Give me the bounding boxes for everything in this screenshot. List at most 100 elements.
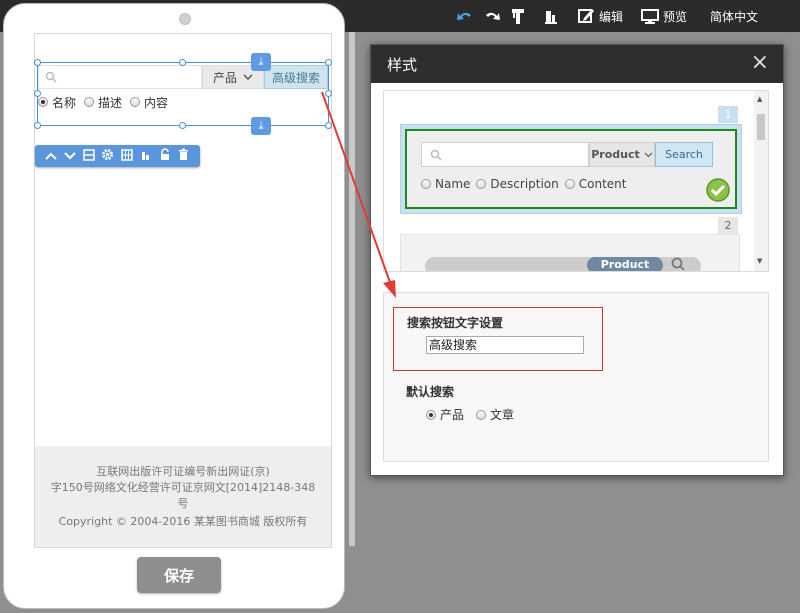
save-button[interactable]: 保存 (137, 557, 221, 593)
page-footer: 互联网出版许可证编号新出网证(京) 字150号网络文化经营许可证京网文[2014… (35, 446, 331, 547)
trash-icon (178, 148, 189, 164)
download-icon: ⤓ (258, 119, 264, 132)
settings-panel: 搜索按钮文字设置 高级搜索 默认搜索 产品 文章 (383, 292, 769, 462)
edit-icon (577, 7, 595, 25)
resize-handle[interactable] (325, 59, 332, 66)
insert-below-button[interactable]: ⤓ (251, 117, 271, 135)
chart-button[interactable] (136, 145, 155, 167)
resize-handle[interactable] (179, 122, 186, 129)
footer-line-1: 互联网出版许可证编号新出网证(京) (96, 465, 270, 478)
preview-search-input (421, 142, 589, 167)
resize-handle[interactable] (34, 59, 41, 66)
radio-label-content: 内容 (144, 95, 169, 110)
resize-handle[interactable] (34, 122, 41, 129)
radio-content[interactable] (130, 97, 141, 107)
style-option-1[interactable]: Product Search Name Description Content (400, 124, 742, 214)
layout-icon (82, 148, 95, 164)
style-option-2[interactable]: Product (400, 234, 740, 271)
layout-button[interactable] (79, 145, 98, 167)
preview-category-select: Product (589, 142, 655, 167)
chevron-down-icon (243, 70, 253, 84)
dialog-title: 样式 (387, 55, 418, 74)
default-product-radio[interactable] (426, 409, 436, 420)
preview-search-button: Search (655, 142, 713, 167)
search-icon (671, 257, 685, 271)
gear-icon (101, 148, 114, 164)
preview-radio-label-content: Content (578, 177, 627, 191)
preview-radio-description (476, 179, 487, 189)
scroll-thumb[interactable] (757, 114, 765, 140)
chart-icon (543, 7, 559, 25)
grid-button[interactable] (117, 145, 136, 167)
radio-name[interactable] (38, 97, 48, 107)
style-number-badge: 1 (718, 106, 738, 123)
monitor-icon (641, 7, 659, 25)
language-button[interactable]: 简体中文 (710, 0, 758, 32)
radio-label-description: 描述 (98, 95, 123, 110)
element-toolbar (35, 145, 200, 167)
scroll-up-icon[interactable]: ▲ (757, 95, 762, 103)
search-input[interactable] (38, 65, 202, 89)
button-text-label: 搜索按钮文字设置 (407, 316, 504, 330)
move-down-button[interactable] (60, 145, 79, 167)
button-text-setting: 搜索按钮文字设置 高级搜索 (393, 307, 603, 371)
settings-button[interactable] (98, 145, 117, 167)
preview-button[interactable]: 预览 (641, 0, 687, 32)
search-icon (430, 149, 442, 164)
resize-handle[interactable] (325, 90, 332, 97)
redo-button[interactable] (483, 0, 501, 32)
move-up-button[interactable] (41, 145, 60, 167)
check-icon (705, 177, 731, 206)
selected-style-frame: Product Search Name Description Content (405, 129, 737, 209)
chart-icon (140, 149, 152, 164)
phone-camera (179, 13, 191, 25)
resize-handle[interactable] (325, 122, 332, 129)
preview-label: 预览 (663, 9, 688, 24)
style-number-badge: 2 (718, 217, 738, 234)
scroll-down-icon[interactable]: ▼ (757, 257, 762, 265)
style-dialog: 样式 × 1 Product Search Name Description C… (370, 44, 784, 476)
unlock-icon (159, 148, 171, 164)
default-article-radio[interactable] (476, 409, 487, 420)
undo-button[interactable] (456, 0, 474, 32)
delete-button[interactable] (174, 145, 193, 167)
chevron-down-icon (644, 148, 653, 161)
preview-radio-name (421, 179, 431, 189)
footer-copyright: Copyright © 2004-2016 某某图书商城 版权所有 (58, 515, 308, 528)
style-preview-list[interactable]: 1 Product Search Name Description Conten… (383, 90, 769, 272)
radio-description[interactable] (84, 97, 95, 107)
default-product-label: 产品 (440, 408, 465, 422)
edit-label: 编辑 (599, 9, 624, 24)
default-article-label: 文章 (490, 408, 515, 422)
default-search-label: 默认搜索 (406, 385, 455, 399)
preview-radio-label-name: Name (435, 177, 471, 191)
search-icon (45, 71, 57, 86)
category-label: 产品 (212, 70, 237, 85)
button-text-input[interactable]: 高级搜索 (426, 336, 584, 354)
unlock-button[interactable] (155, 145, 174, 167)
close-icon[interactable]: × (751, 52, 769, 74)
preview-radio-content (564, 179, 575, 189)
grid-icon (120, 148, 133, 164)
preview-radio-label-description: Description (490, 177, 559, 191)
scrollbar[interactable]: ▲ ▼ (754, 91, 768, 271)
chevron-up-icon (44, 149, 57, 163)
tools-icon (510, 7, 526, 25)
resize-handle[interactable] (34, 90, 41, 97)
footer-line-2: 字150号网络文化经营许可证京网文[2014]2148-348 (50, 481, 316, 494)
resize-handle[interactable] (179, 59, 186, 66)
preview-category-label-2: Product (587, 257, 663, 271)
footer-line-3: 号 (177, 497, 189, 510)
edit-button[interactable]: 编辑 (577, 0, 623, 32)
chart-button[interactable] (543, 0, 559, 32)
chevron-down-icon (63, 149, 76, 163)
panel-divider[interactable] (349, 32, 355, 546)
radio-label-name: 名称 (52, 95, 77, 110)
search-widget[interactable]: 产品 高级搜索 名称 描述 内容 (34, 59, 332, 129)
move-down-button[interactable]: ⤓ (251, 53, 271, 71)
advanced-search-button[interactable]: 高级搜索 (264, 65, 328, 89)
redo-icon (483, 9, 501, 23)
dialog-header: 样式 × (371, 45, 783, 83)
tools-button[interactable] (510, 0, 526, 32)
download-icon: ⤓ (258, 55, 264, 68)
